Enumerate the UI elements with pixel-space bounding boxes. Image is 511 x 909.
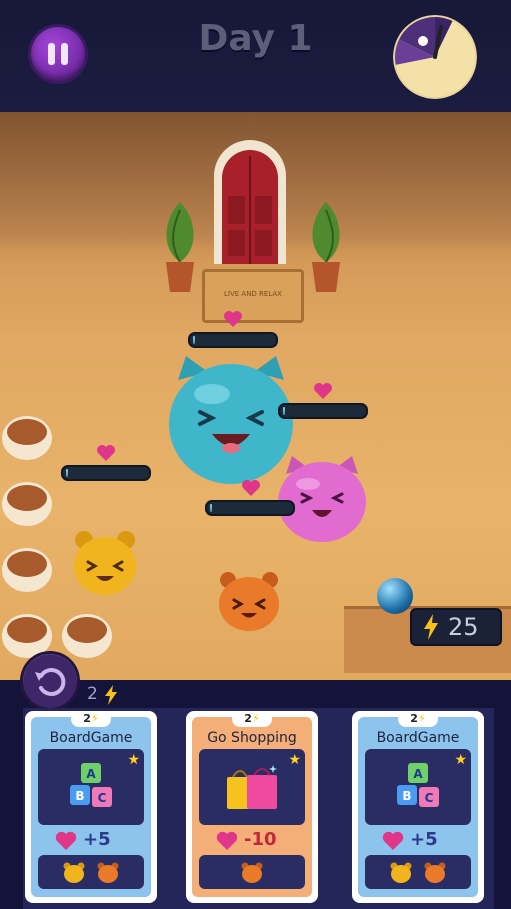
svg-text:B: B: [402, 789, 411, 803]
card-cost-value: 2: [410, 712, 418, 725]
lightning-bolt-icon: ⚡: [417, 712, 426, 725]
lightning-bolt-icon: [424, 614, 438, 640]
card-cost: 2⚡: [232, 711, 272, 727]
heart-icon: [224, 311, 242, 327]
room-scene: LIVE AND RELAX: [0, 112, 511, 680]
star-icon: ★: [127, 752, 140, 768]
card-art: A B C ★: [38, 749, 144, 825]
energy-counter: 25: [410, 608, 502, 646]
card-cost: 2⚡: [71, 711, 111, 727]
love-bar-yellow-bear: [61, 465, 151, 481]
orange-bear-icon: [424, 862, 446, 883]
stool: [2, 614, 52, 658]
day-night-clock-icon: [393, 15, 477, 99]
heart-icon: [216, 831, 238, 850]
card-effect-value: +5: [410, 829, 438, 850]
shopping-bags-icon: [227, 765, 277, 809]
svg-text:A: A: [86, 767, 96, 781]
card-cost-value: 2: [244, 712, 252, 725]
love-bar-pink-cat: [278, 403, 368, 419]
pause-icon: [48, 43, 55, 65]
undo-cost: 2: [87, 684, 98, 704]
card-title: BoardGame: [49, 730, 133, 746]
card-targets: [38, 855, 144, 889]
heart-icon: [97, 445, 115, 461]
card-targets: [199, 855, 305, 889]
svg-text:C: C: [425, 791, 434, 805]
love-bar-orange-bear: [205, 500, 295, 516]
love-bar-fill: [66, 469, 68, 477]
stool: [2, 416, 52, 460]
potted-plant-left: [166, 202, 194, 292]
doormat-sign: LIVE AND RELAX: [202, 269, 304, 323]
heart-icon: [242, 480, 260, 496]
card-art: A B C ★: [365, 749, 471, 825]
energy-orb[interactable]: [377, 578, 413, 614]
card-effect: +5: [55, 829, 145, 853]
lightning-bolt-icon: ⚡: [90, 712, 99, 725]
day-title: Day 1: [198, 18, 313, 59]
card-effect: +5: [382, 829, 472, 853]
abc-blocks-icon: A B C: [70, 763, 112, 807]
yellow-bear-blob[interactable]: [70, 524, 140, 598]
front-door[interactable]: [210, 136, 290, 264]
star-icon: ★: [454, 752, 467, 768]
love-bar-fill: [283, 407, 285, 415]
card-targets: [365, 855, 471, 889]
orange-bear-blob[interactable]: [214, 566, 284, 634]
activity-card-boardgame[interactable]: 2⚡ BoardGame A B C ★ +5: [25, 711, 157, 903]
love-bar-fill: [193, 336, 195, 344]
lightning-bolt-icon: ⚡: [251, 712, 260, 725]
card-title: BoardGame: [376, 730, 460, 746]
heart-icon: [55, 831, 77, 850]
card-cost: 2⚡: [398, 711, 438, 727]
activity-card-boardgame[interactable]: 2⚡ BoardGame A B C ★ +5: [352, 711, 484, 903]
heart-icon: [382, 831, 404, 850]
stool: [2, 482, 52, 526]
yellow-bear-icon: [63, 862, 85, 883]
pause-icon-bar: [61, 43, 68, 65]
card-effect-value: -10: [244, 829, 277, 850]
card-art: ★: [199, 749, 305, 825]
star-icon: ★: [288, 752, 301, 768]
card-title: Go Shopping: [207, 730, 297, 746]
stool: [62, 614, 112, 658]
abc-blocks-icon: A B C: [397, 763, 439, 807]
heart-icon: [314, 383, 332, 399]
pause-button[interactable]: [31, 27, 85, 81]
potted-plant-right: [312, 202, 340, 292]
activity-card-go-shopping[interactable]: 2⚡ Go Shopping ★ -10: [186, 711, 318, 903]
pink-cat-blob[interactable]: [274, 452, 370, 544]
orange-bear-icon: [241, 862, 263, 883]
love-bar-blue-cat: [188, 332, 278, 348]
svg-text:C: C: [98, 791, 107, 805]
card-effect: -10: [216, 829, 306, 853]
svg-text:B: B: [75, 789, 84, 803]
card-effect-value: +5: [83, 829, 111, 850]
energy-value: 25: [448, 613, 479, 641]
svg-text:A: A: [413, 767, 423, 781]
love-bar-fill: [210, 504, 212, 512]
stool: [2, 548, 52, 592]
lightning-bolt-icon: [105, 685, 117, 705]
orange-bear-icon: [97, 862, 119, 883]
yellow-bear-icon: [390, 862, 412, 883]
card-cost-value: 2: [83, 712, 91, 725]
undo-button[interactable]: [23, 654, 77, 708]
